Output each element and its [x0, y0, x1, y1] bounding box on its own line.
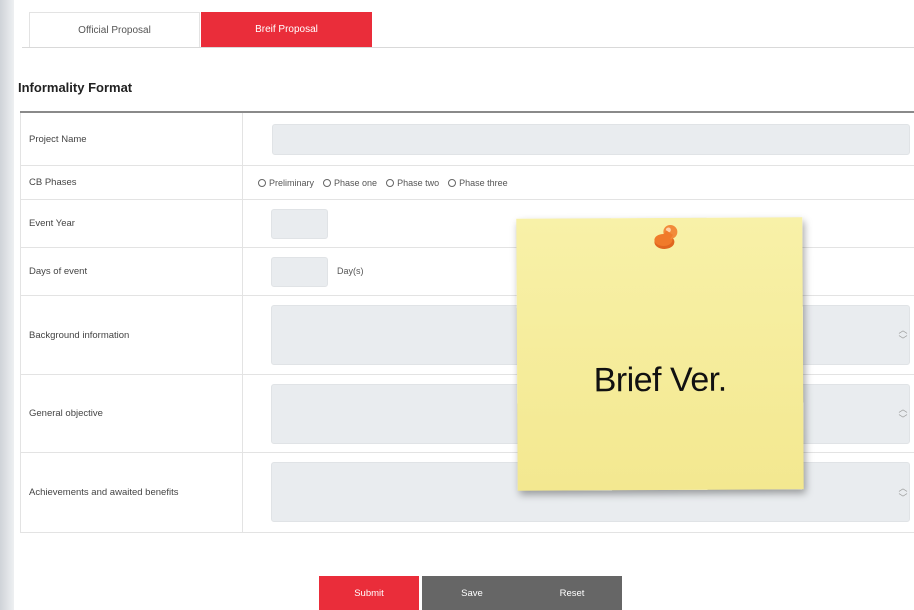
- textarea-scroll-arrows[interactable]: ︿ ﹀: [897, 375, 909, 452]
- background-information-label: Background information: [21, 296, 243, 374]
- chevron-up-icon: ︿: [898, 325, 908, 335]
- submit-button[interactable]: Submit: [319, 576, 419, 610]
- radio-circle-icon: [323, 178, 332, 187]
- event-year-input[interactable]: [271, 209, 328, 239]
- sticky-note: Brief Ver.: [516, 217, 804, 491]
- tab-official-proposal[interactable]: Official Proposal: [29, 12, 200, 47]
- radio-circle-icon: [258, 178, 266, 187]
- proposal-tabs: Official Proposal Breif Proposal: [22, 12, 914, 48]
- days-of-event-label: Days of event: [21, 248, 243, 295]
- project-name-label: Project Name: [21, 113, 243, 165]
- chevron-down-icon: ﹀: [898, 492, 908, 503]
- chevron-down-icon: ﹀: [898, 335, 908, 345]
- radio-circle-icon: [386, 178, 395, 187]
- cb-phases-radio-group: Preliminary Phase one Phase two Phase th…: [258, 166, 517, 199]
- days-unit-label: Day(s): [337, 266, 364, 276]
- radio-preliminary[interactable]: Preliminary: [258, 178, 314, 188]
- cb-phases-label: CB Phases: [21, 166, 243, 199]
- radio-label: Preliminary: [269, 177, 315, 188]
- radio-label: Phase one: [334, 177, 378, 188]
- days-of-event-input[interactable]: [271, 257, 328, 287]
- radio-phase-three[interactable]: Phase three: [448, 178, 508, 188]
- sticky-note-text: Brief Ver.: [593, 360, 727, 400]
- radio-phase-two[interactable]: Phase two: [386, 178, 439, 188]
- chevron-up-icon: ︿: [898, 482, 908, 493]
- textarea-scroll-arrows[interactable]: ︿ ﹀: [897, 296, 909, 374]
- textarea-scroll-arrows[interactable]: ︿ ﹀: [897, 453, 909, 532]
- radio-circle-icon: [448, 178, 457, 187]
- left-edge-shade: [0, 0, 14, 610]
- push-pin-icon: [654, 224, 678, 249]
- radio-label: Phase three: [459, 177, 508, 188]
- section-title: Informality Format: [18, 80, 133, 95]
- save-button[interactable]: Save: [422, 576, 522, 610]
- chevron-up-icon: ︿: [898, 403, 908, 414]
- row-cb-phases: CB Phases Preliminary Phase one Phase tw…: [21, 166, 914, 200]
- project-name-input[interactable]: [272, 124, 910, 155]
- general-objective-label: General objective: [21, 375, 243, 452]
- radio-phase-one[interactable]: Phase one: [323, 178, 377, 188]
- tab-brief-proposal[interactable]: Breif Proposal: [201, 12, 372, 47]
- event-year-label: Event Year: [21, 200, 243, 247]
- achievements-label: Achievements and awaited benefits: [21, 453, 243, 532]
- row-project-name: Project Name: [21, 113, 914, 166]
- reset-button[interactable]: Reset: [522, 576, 622, 610]
- chevron-down-icon: ﹀: [898, 413, 908, 424]
- radio-label: Phase two: [397, 177, 440, 188]
